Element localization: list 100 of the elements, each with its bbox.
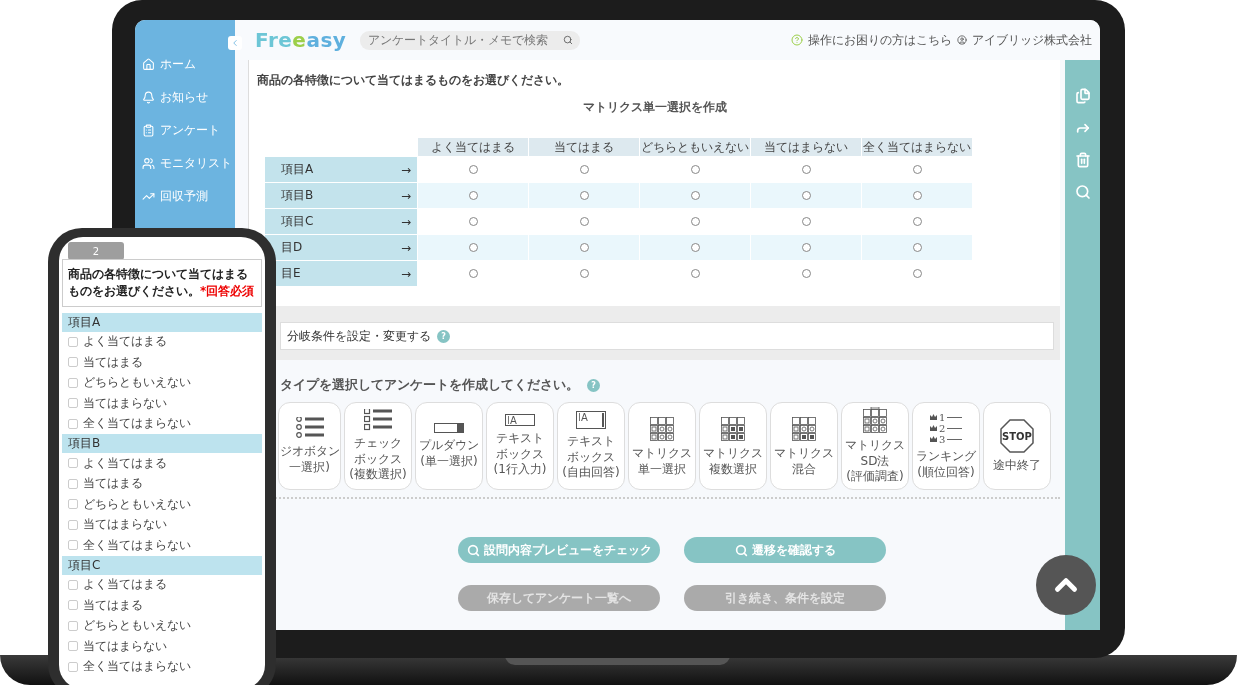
radio-button[interactable]: [690, 269, 700, 278]
question-type-tile[interactable]: マトリクス 混合: [770, 402, 838, 490]
checkbox[interactable]: [68, 641, 78, 652]
checkbox[interactable]: [68, 398, 78, 409]
checkbox-option[interactable]: 当てはまらない: [62, 636, 262, 657]
checkbox[interactable]: [68, 499, 78, 510]
tile-label: ランキング (順位回答): [916, 448, 976, 481]
collapse-button[interactable]: [228, 36, 242, 50]
radio-button[interactable]: [690, 165, 700, 174]
radio-button[interactable]: [912, 243, 922, 252]
tile-label: テキスト ボックス (1行入力): [493, 431, 547, 478]
column-header: 全く当てはまらない: [862, 138, 972, 156]
scroll-top-button[interactable]: [1036, 555, 1096, 615]
checkbox-option[interactable]: 全く当てはまらない: [62, 413, 262, 435]
question-type-tile[interactable]: A テキスト ボックス (自由回答): [557, 402, 625, 490]
checkbox[interactable]: [68, 377, 78, 388]
branch-setting-row[interactable]: 分岐条件を設定・変更する ?: [280, 322, 1054, 350]
checkbox-option[interactable]: よく当てはまる: [62, 453, 262, 474]
branch-label: 分岐条件を設定・変更する: [287, 327, 431, 345]
chevron-left-icon: [230, 38, 240, 48]
question-type-tile[interactable]: A テキスト ボックス (1行入力): [486, 402, 554, 490]
arrow-text: →: [400, 188, 411, 203]
radio-button[interactable]: [912, 165, 922, 174]
checkbox[interactable]: [68, 600, 78, 611]
radio-button[interactable]: [468, 269, 478, 278]
radio-button[interactable]: [801, 269, 811, 278]
tile-label: ジオボタン 一選択): [279, 443, 340, 476]
home-icon: [142, 57, 155, 71]
checkbox-option[interactable]: 全く当てはまらない: [62, 535, 262, 556]
stop-sign-icon: STOP: [1000, 418, 1034, 453]
radio-button[interactable]: [801, 191, 811, 200]
trash-icon[interactable]: [1074, 152, 1091, 168]
question-type-tile[interactable]: ジオボタン 一選択): [278, 402, 341, 490]
question-type-tile[interactable]: チェック ボックス (複数選択): [344, 402, 412, 490]
checkbox[interactable]: [68, 458, 78, 469]
checkbox-option[interactable]: 当てはまる: [62, 352, 262, 373]
row-label-text: 項目B: [281, 187, 314, 204]
checkbox-option[interactable]: 全く当てはまらない: [62, 656, 262, 678]
question-type-tile[interactable]: プルダウン (単一選択): [415, 402, 483, 490]
bell-icon: [142, 90, 155, 104]
radio-button[interactable]: [912, 269, 922, 278]
checkbox-option[interactable]: どちらともいえない: [62, 372, 262, 394]
checkbox-option[interactable]: よく当てはまる: [62, 574, 262, 596]
dropdown-icon: [434, 422, 464, 433]
radio-button[interactable]: [690, 217, 700, 226]
radio-list-icon: [295, 416, 324, 439]
question-type-tile[interactable]: 1 2 3 ランキング (順位回答): [912, 402, 980, 490]
checkbox[interactable]: [68, 357, 78, 368]
radio-button[interactable]: [690, 191, 700, 200]
checkbox-option[interactable]: どちらともいえない: [62, 494, 262, 515]
checkbox-option[interactable]: 当てはまらない: [62, 514, 262, 536]
question-type-tile[interactable]: マトリクス 複数選択: [699, 402, 767, 490]
radio-button[interactable]: [579, 243, 589, 252]
checkbox[interactable]: [68, 540, 78, 551]
radio-button[interactable]: [468, 217, 478, 226]
checkbox[interactable]: [68, 336, 78, 347]
radio-button[interactable]: [579, 269, 589, 278]
radio-button[interactable]: [468, 165, 478, 174]
search-icon[interactable]: [1074, 184, 1091, 200]
row-label-text: 目D: [281, 239, 303, 256]
question-type-tile[interactable]: STOP 途中終了: [983, 402, 1051, 490]
radio-button[interactable]: [579, 191, 589, 200]
copy-icon[interactable]: [1074, 88, 1091, 104]
account-link[interactable]: アイブリッジ株式会社: [972, 31, 1092, 49]
checkbox[interactable]: [68, 478, 78, 489]
checkbox-option[interactable]: よく当てはまる: [62, 331, 262, 353]
matrix-grid-icon: [792, 414, 816, 441]
radio-button[interactable]: [690, 243, 700, 252]
radio-button[interactable]: [579, 217, 589, 226]
radio-button[interactable]: [912, 217, 922, 226]
radio-button[interactable]: [801, 217, 811, 226]
help-link[interactable]: 操作にお困りの方はこちら: [808, 31, 952, 49]
question-type-tile[interactable]: マトリクス 単一選択: [628, 402, 696, 490]
checkbox[interactable]: [68, 579, 78, 590]
column-header: どちらともいえない: [640, 138, 750, 156]
tile-label: チェック ボックス (複数選択): [349, 436, 407, 483]
tile-label: プルダウン (単一選択): [419, 437, 479, 470]
checkbox[interactable]: [68, 519, 78, 530]
checkbox[interactable]: [68, 661, 78, 672]
question-type-tile[interactable]: マトリクス SD法 (評価調査): [841, 402, 909, 490]
radio-button[interactable]: [468, 191, 478, 200]
matrix-grid-icon: [721, 414, 745, 441]
item-header: 項目A: [62, 312, 262, 332]
radio-button[interactable]: [579, 165, 589, 174]
radio-button[interactable]: [912, 191, 922, 200]
checkbox-option[interactable]: 当てはまらない: [62, 393, 262, 414]
radio-button[interactable]: [468, 243, 478, 252]
checkbox[interactable]: [68, 418, 78, 429]
question-text: 商品の各特徴について当てはまるものをお選びください。*回答必須: [62, 259, 262, 307]
checkbox-option[interactable]: どちらともいえない: [62, 615, 262, 637]
radio-button[interactable]: [801, 165, 811, 174]
radio-button[interactable]: [801, 243, 811, 252]
matrix-grid-icon: [863, 407, 887, 434]
arrow-text: →: [400, 240, 411, 255]
search-field[interactable]: アンケートタイトル・メモで検索: [360, 30, 581, 50]
checkbox-option[interactable]: 当てはまる: [62, 473, 262, 495]
item-header: 項目B: [62, 434, 262, 454]
question-number: 2: [68, 242, 124, 260]
checkbox[interactable]: [68, 620, 78, 631]
checkbox-option[interactable]: 当てはまる: [62, 595, 262, 616]
